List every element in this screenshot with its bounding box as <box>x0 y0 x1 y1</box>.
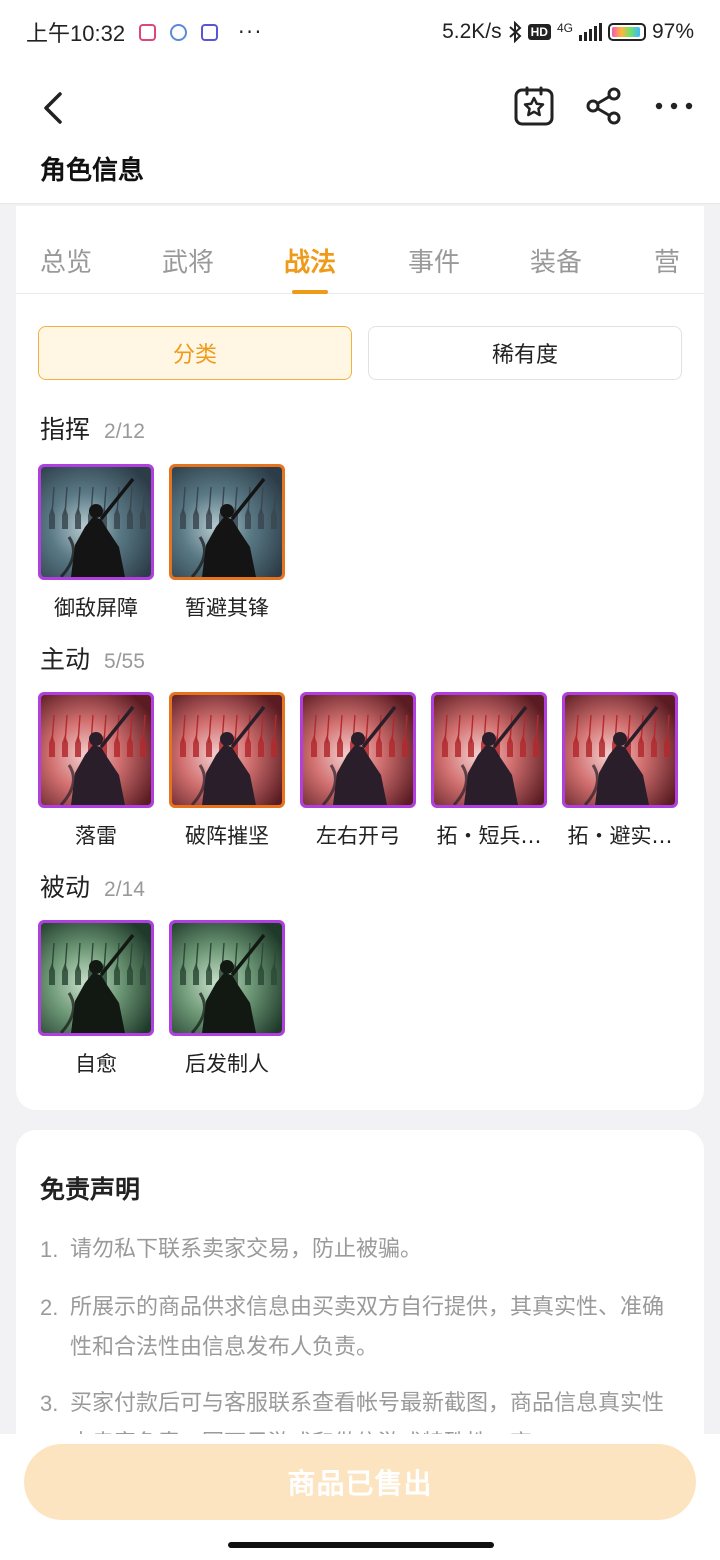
section-count: 2/14 <box>104 878 145 901</box>
skill-icon <box>300 692 416 808</box>
tab-tactics[interactable]: 战法 <box>284 242 336 279</box>
notification-app-icon <box>170 23 188 41</box>
notification-app-icon <box>139 23 157 41</box>
disclaimer-item: 2. 所展示的商品供求信息由买卖双方自行提供，其真实性、准确性和合法性由信息发布… <box>40 1288 680 1368</box>
skill-icon <box>169 920 285 1036</box>
skill-art-icon <box>41 923 151 1033</box>
skill-label: 拓・避实… <box>567 824 673 848</box>
skill-label: 后发制人 <box>185 1052 269 1076</box>
signal-icon <box>578 23 602 41</box>
skill-icon <box>38 920 154 1036</box>
tab-bar: 总览 武将 战法 事件 装备 营 <box>16 206 704 294</box>
section-active-title: 主动 5/55 <box>40 640 145 676</box>
status-bar: 上午10:32 ··· 5.2K/s HD 4G 97% <box>0 0 720 64</box>
section-passive-title: 被动 2/14 <box>40 868 145 904</box>
tab-events[interactable]: 事件 <box>408 242 460 279</box>
skill-label: 落雷 <box>75 824 117 848</box>
sold-out-button[interactable]: 商品已售出 <box>24 1444 696 1520</box>
skill-icon <box>431 692 547 808</box>
star-collect-icon <box>514 86 554 126</box>
skill-art-icon <box>41 695 151 805</box>
disclaimer-title: 免责声明 <box>40 1175 141 1204</box>
back-icon <box>44 92 62 124</box>
skill-art-icon <box>172 923 282 1033</box>
skill-art-icon <box>41 467 151 577</box>
more-icon <box>655 102 693 110</box>
section-name: 主动 <box>40 645 91 674</box>
collect-button[interactable] <box>512 84 556 128</box>
hd-badge: HD <box>527 24 551 40</box>
skill-art-icon <box>434 695 544 805</box>
skill-label: 破阵摧坚 <box>185 824 269 848</box>
skill-icon <box>38 692 154 808</box>
skill-art-icon <box>172 467 282 577</box>
more-button[interactable] <box>652 84 696 128</box>
page-title: 角色信息 <box>40 156 145 186</box>
skills-card: 总览 武将 战法 事件 装备 营 分类 稀有度 指挥 2/12 御敌屏障 暂避其… <box>16 206 704 1110</box>
skill-art-icon <box>303 695 413 805</box>
tab-camp[interactable]: 营 <box>654 242 680 279</box>
section-name: 被动 <box>40 873 91 902</box>
skill-art-icon <box>565 695 675 805</box>
skill-label: 拓・短兵… <box>436 824 542 848</box>
skill-label: 御敌屏障 <box>54 596 138 620</box>
skill-card[interactable]: 后发制人 <box>169 920 285 1078</box>
skill-card[interactable]: 落雷 <box>38 692 154 850</box>
skill-label: 暂避其锋 <box>185 596 269 620</box>
tab-generals[interactable]: 武将 <box>162 242 214 279</box>
tab-equipment[interactable]: 装备 <box>530 242 582 279</box>
section-command-title: 指挥 2/12 <box>40 410 145 446</box>
section-count: 2/12 <box>104 420 145 443</box>
battery-level: 97% <box>651 20 694 43</box>
battery-icon <box>607 23 646 41</box>
share-icon <box>586 87 621 125</box>
filter-category-button[interactable]: 分类 <box>38 326 352 380</box>
skill-card[interactable]: 拓・短兵… <box>431 692 547 850</box>
skill-icon <box>562 692 678 808</box>
skill-label: 自愈 <box>75 1052 117 1076</box>
skill-art-icon <box>172 695 282 805</box>
active-tab-indicator <box>292 290 328 294</box>
skill-card[interactable]: 御敌屏障 <box>38 464 154 622</box>
skill-card[interactable]: 暂避其锋 <box>169 464 285 622</box>
section-name: 指挥 <box>40 415 91 444</box>
skill-card[interactable]: 左右开弓 <box>300 692 416 850</box>
skill-label: 左右开弓 <box>316 824 400 848</box>
disclaimer-item-number: 1. <box>40 1237 59 1262</box>
skill-card[interactable]: 拓・避实… <box>562 692 678 850</box>
skill-icon <box>169 464 285 580</box>
disclaimer-item: 1. 请勿私下联系卖家交易，防止被骗。 <box>40 1230 680 1270</box>
notification-app-icon <box>201 23 219 41</box>
section-count: 5/55 <box>104 650 145 673</box>
disclaimer-item-number: 2. <box>40 1295 59 1320</box>
disclaimer-item-text: 请勿私下联系卖家交易，防止被骗。 <box>70 1237 423 1262</box>
network-type: 4G <box>556 21 573 35</box>
home-indicator[interactable] <box>228 1542 494 1548</box>
bottom-bar: 商品已售出 <box>0 1434 720 1560</box>
filter-rarity-button[interactable]: 稀有度 <box>368 326 682 380</box>
skill-card[interactable]: 自愈 <box>38 920 154 1078</box>
tab-overview[interactable]: 总览 <box>40 242 92 279</box>
skill-icon <box>38 464 154 580</box>
status-time: 上午10:32 <box>26 21 126 46</box>
skill-card[interactable]: 破阵摧坚 <box>169 692 285 850</box>
bluetooth-icon <box>508 21 522 43</box>
net-speed: 5.2K/s <box>442 20 502 43</box>
header: 角色信息 <box>0 64 720 204</box>
back-button[interactable] <box>34 86 74 130</box>
skill-icon <box>169 692 285 808</box>
disclaimer-item-text: 所展示的商品供求信息由买卖双方自行提供，其真实性、准确性和合法性由信息发布人负责… <box>70 1295 665 1360</box>
more-notifications-icon: ··· <box>238 20 264 44</box>
share-button[interactable] <box>582 84 626 128</box>
